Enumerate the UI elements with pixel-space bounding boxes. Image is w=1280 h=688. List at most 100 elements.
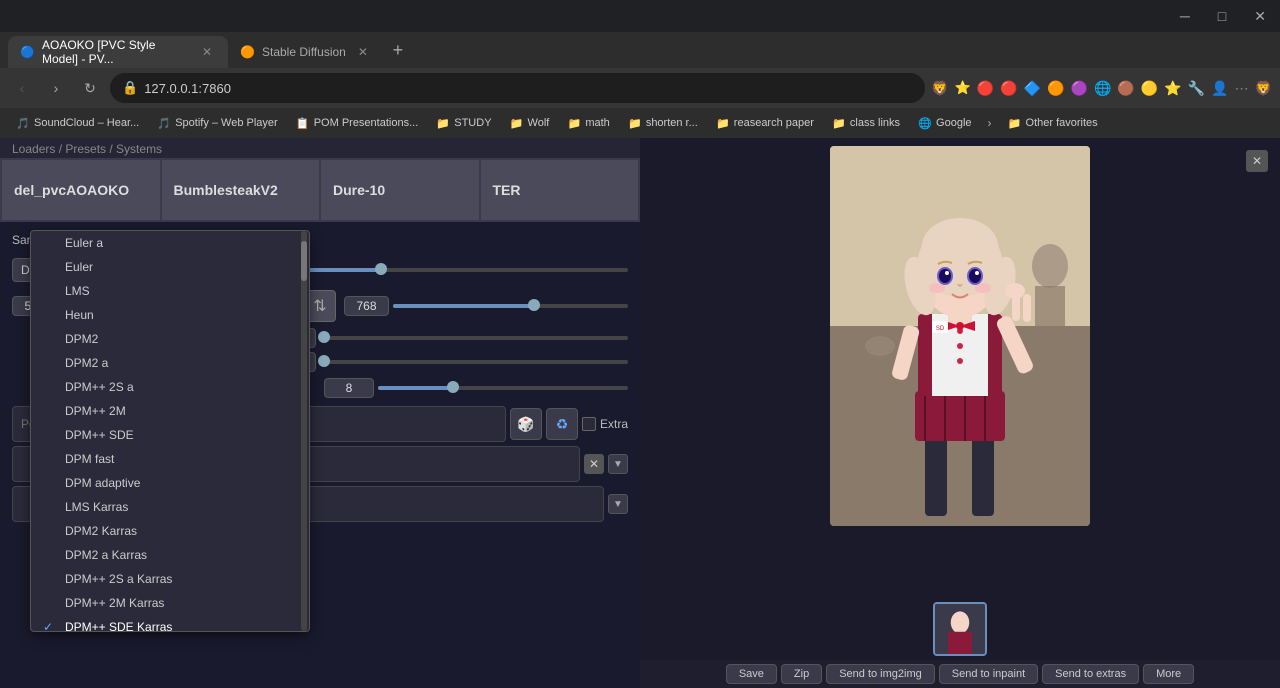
close-window-button[interactable]: ✕ — [1248, 6, 1272, 27]
cfg-slider[interactable] — [378, 386, 628, 390]
model-card-3[interactable]: Dure-10 — [321, 160, 479, 220]
dropdown-item-dpmpp-2m-karras[interactable]: DPM++ 2M Karras — [31, 591, 309, 615]
dropdown-item-dpm2-karras-label: DPM2 Karras — [65, 524, 137, 538]
wallet-icon[interactable]: 👤 — [1211, 80, 1228, 97]
extension-icon9[interactable]: 🟡 — [1141, 80, 1158, 97]
bookmark-math[interactable]: 📁 math — [559, 114, 617, 132]
bookmark-soundcloud[interactable]: 🎵 SoundCloud – Hear... — [8, 114, 147, 132]
close-image-button[interactable]: ✕ — [1246, 150, 1268, 172]
more-options-icon[interactable]: ⋯ — [1235, 80, 1249, 97]
bookmark-classlinks[interactable]: 📁 class links — [824, 114, 908, 132]
other-favorites-icon: 📁 — [1008, 116, 1022, 130]
bookmark-shorten-label: shorten r... — [646, 117, 698, 129]
model-card-4[interactable]: TER — [481, 160, 639, 220]
tab2-close[interactable]: ✕ — [354, 43, 372, 61]
bookmark-spotify[interactable]: 🎵 Spotify – Web Player — [149, 114, 286, 132]
new-tab-button[interactable]: + — [384, 36, 412, 64]
extension-icon7[interactable]: 🌐 — [1094, 80, 1111, 97]
extension-icon8[interactable]: 🟤 — [1117, 80, 1134, 97]
more-button[interactable]: More — [1143, 664, 1194, 684]
bookmark-wolf-label: Wolf — [528, 117, 550, 129]
model-card-2[interactable]: BumblesteakV2 — [162, 160, 320, 220]
height-slider[interactable] — [393, 304, 628, 308]
cfg-thumb[interactable] — [447, 381, 459, 393]
save-button[interactable]: Save — [726, 664, 777, 684]
math-icon: 📁 — [567, 116, 581, 130]
bookmarks-more-icon[interactable]: › — [982, 114, 998, 132]
send-inpaint-button[interactable]: Send to inpaint — [939, 664, 1038, 684]
height-thumb[interactable] — [528, 299, 540, 311]
dropdown-item-dpm2-a-karras[interactable]: DPM2 a Karras — [31, 543, 309, 567]
bookmark-research[interactable]: 📁 reasearch paper — [708, 114, 822, 132]
dropdown-item-dpm-adaptive[interactable]: DPM adaptive — [31, 471, 309, 495]
extra-checkbox[interactable] — [582, 417, 596, 431]
dropdown-item-euler-a[interactable]: Euler a — [31, 231, 309, 255]
dropdown-item-dpmpp-2m[interactable]: DPM++ 2M — [31, 399, 309, 423]
recycle-button[interactable]: ♻ — [546, 408, 578, 440]
bookmark-wolf[interactable]: 📁 Wolf — [502, 114, 558, 132]
cfg-value-box[interactable]: 8 — [324, 378, 374, 398]
dice-button[interactable]: 🎲 — [510, 408, 542, 440]
bookmark-study[interactable]: 📁 STUDY — [428, 114, 499, 132]
dropdown-item-dpmpp-2s-a-karras[interactable]: DPM++ 2S a Karras — [31, 567, 309, 591]
bookmarks-icon[interactable]: ⭐ — [1164, 80, 1181, 97]
height-value-box[interactable]: 768 — [344, 296, 389, 316]
brave-shields-icon[interactable]: 🦁 — [931, 80, 948, 97]
negative-prompt-dropdown-button[interactable]: ▼ — [608, 454, 628, 474]
model-card-1-label: del_pvcAOAOKO — [14, 182, 129, 198]
address-bar[interactable]: 🔒 127.0.0.1:7860 — [110, 73, 925, 103]
model-card-1[interactable]: del_pvcAOAOKO — [2, 160, 160, 220]
extensions-icon[interactable]: 🔧 — [1188, 80, 1205, 97]
dropdown-item-lms[interactable]: LMS — [31, 279, 309, 303]
sampling-steps-thumb[interactable] — [375, 263, 387, 275]
batch-count-slider[interactable] — [324, 336, 628, 340]
tab1-close[interactable]: ✕ — [198, 43, 216, 61]
send-img2img-button[interactable]: Send to img2img — [826, 664, 935, 684]
bookmark-shorten[interactable]: 📁 shorten r... — [620, 114, 706, 132]
dropdown-scrollbar-thumb — [301, 241, 307, 281]
bookmark-other-favorites-label: Other favorites — [1026, 117, 1098, 129]
dropdown-item-lms-karras[interactable]: LMS Karras — [31, 495, 309, 519]
bookmark-pom[interactable]: 📋 POM Presentations... — [288, 114, 427, 132]
bookmark-other-favorites[interactable]: 📁 Other favorites — [1000, 114, 1106, 132]
forward-button[interactable]: › — [42, 74, 70, 102]
svg-text:SD: SD — [936, 326, 945, 332]
extension-icon6[interactable]: 🟣 — [1071, 80, 1088, 97]
extension-icon5[interactable]: 🟠 — [1047, 80, 1064, 97]
sampling-steps-slider[interactable] — [290, 268, 628, 272]
negative-prompt-close-button[interactable]: ✕ — [584, 454, 604, 474]
batch-size-thumb[interactable] — [318, 355, 330, 367]
study-icon: 📁 — [436, 116, 450, 130]
extension-icon4[interactable]: 🔷 — [1024, 80, 1041, 97]
dropdown-item-dpmpp-sde-karras[interactable]: ✓ DPM++ SDE Karras — [31, 615, 309, 631]
tab-stable-diffusion[interactable]: 🟠 Stable Diffusion ✕ — [228, 36, 384, 68]
dropdown-item-dpm2-a[interactable]: DPM2 a — [31, 351, 309, 375]
send-extras-button[interactable]: Send to extras — [1042, 664, 1139, 684]
dropdown-item-dpmpp-2s-a[interactable]: DPM++ 2S a — [31, 375, 309, 399]
tab1-label: AOAOKO [PVC Style Model] - PV... — [42, 38, 190, 66]
tab-aoaoko[interactable]: 🔵 AOAOKO [PVC Style Model] - PV... ✕ — [8, 36, 228, 68]
thumbnail-1[interactable] — [933, 602, 987, 656]
extension-icon2[interactable]: 🔴 — [977, 80, 994, 97]
dropdown-item-dpm2[interactable]: DPM2 — [31, 327, 309, 351]
back-button[interactable]: ‹ — [8, 74, 36, 102]
minimize-button[interactable]: ─ — [1174, 6, 1196, 26]
thumbnail-row — [640, 598, 1280, 660]
batch-count-thumb[interactable] — [318, 331, 330, 343]
dropdown-item-euler[interactable]: Euler — [31, 255, 309, 279]
dropdown-item-heun[interactable]: Heun — [31, 303, 309, 327]
sidebar-icon[interactable]: 🦁 — [1255, 80, 1272, 97]
dropdown-item-dpm2-karras[interactable]: DPM2 Karras — [31, 519, 309, 543]
lora-dropdown-button[interactable]: ▼ — [608, 494, 628, 514]
maximize-button[interactable]: □ — [1212, 6, 1232, 26]
dropdown-item-dpmpp-sde[interactable]: DPM++ SDE — [31, 423, 309, 447]
extension-icon1[interactable]: ⭐ — [955, 80, 971, 96]
sampling-method-dropdown-list: Euler a Euler LMS Heun DPM2 — [30, 230, 310, 632]
zip-button[interactable]: Zip — [781, 664, 822, 684]
batch-size-slider[interactable] — [324, 360, 628, 364]
dropdown-scrollbar[interactable] — [301, 231, 307, 631]
extension-icon3[interactable]: 🔴 — [1000, 80, 1017, 97]
bookmark-google[interactable]: 🌐 Google — [910, 114, 979, 132]
refresh-button[interactable]: ↻ — [76, 74, 104, 102]
dropdown-item-dpm-fast[interactable]: DPM fast — [31, 447, 309, 471]
